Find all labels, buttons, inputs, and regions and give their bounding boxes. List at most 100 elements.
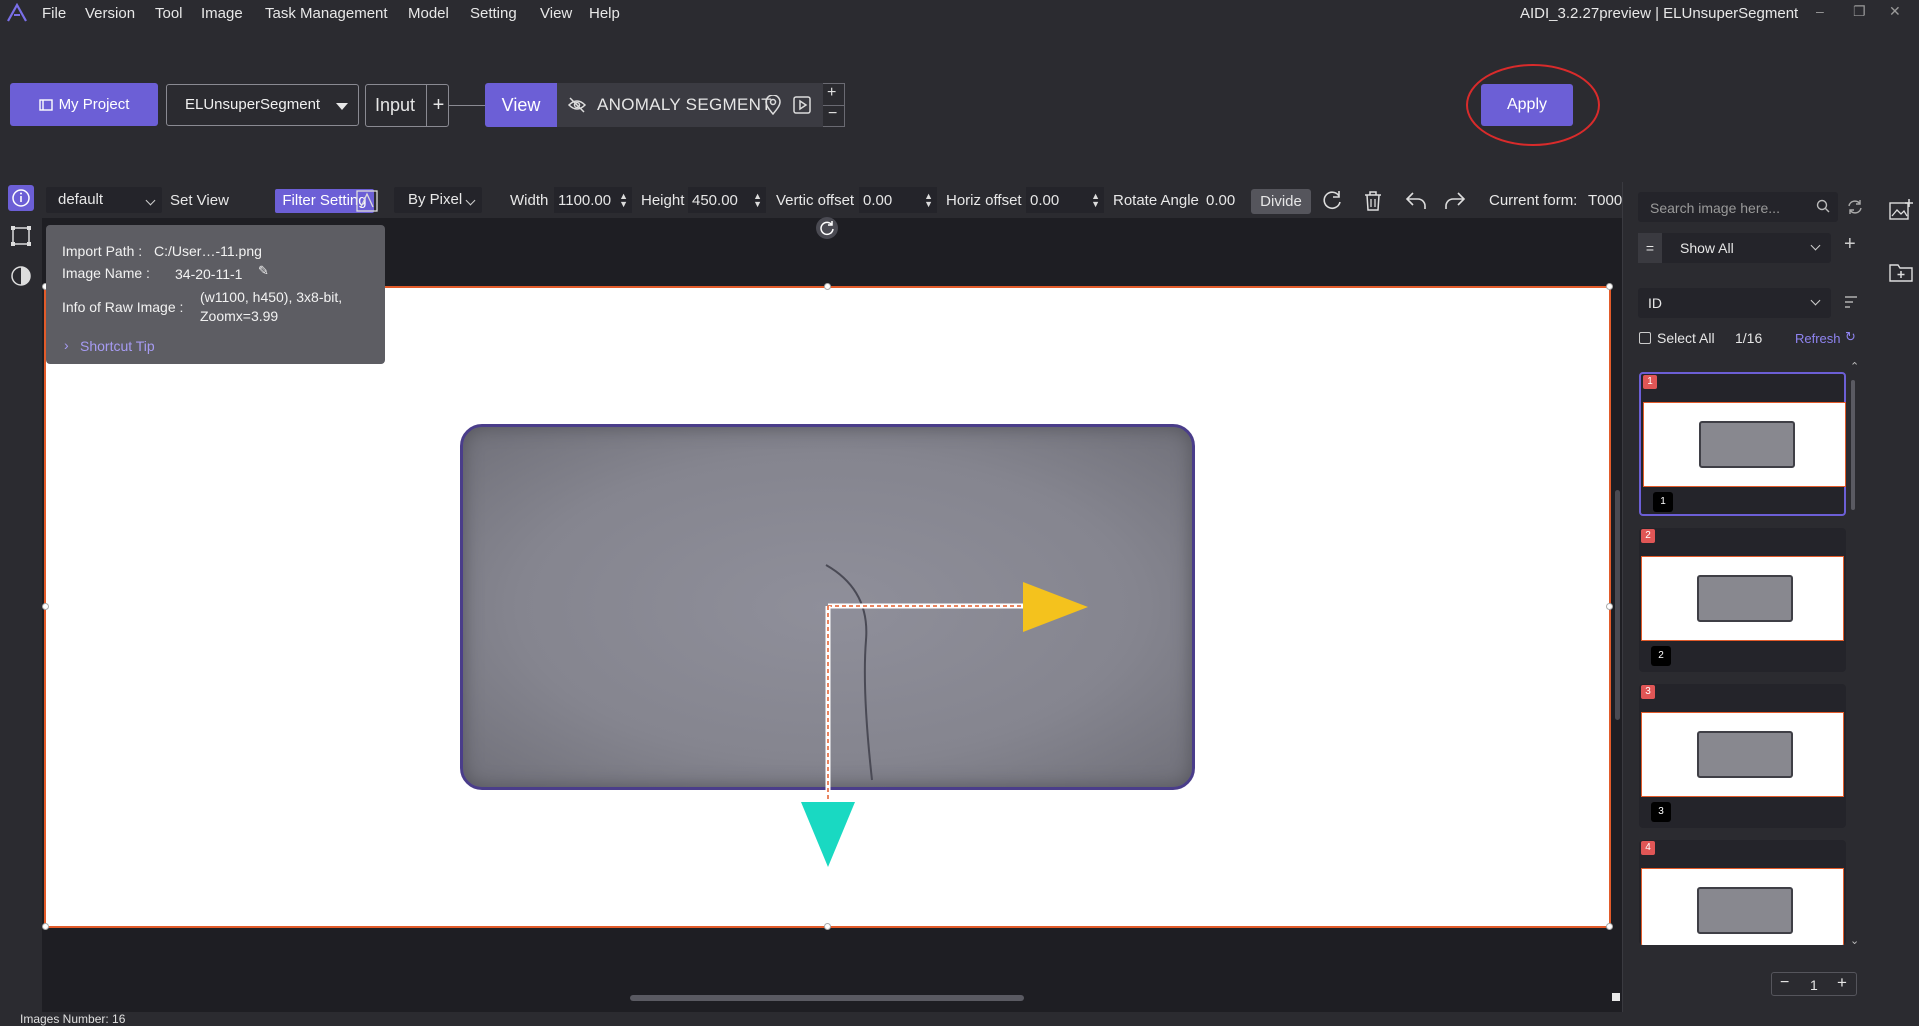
restore-icon[interactable]: ❐ bbox=[1853, 3, 1866, 20]
rotate-angle-value[interactable]: 0.00 bbox=[1206, 192, 1235, 209]
location-pin-icon[interactable] bbox=[764, 95, 782, 115]
page-decrement-button[interactable]: − bbox=[1780, 974, 1789, 992]
equals-operator[interactable]: = bbox=[1638, 233, 1662, 263]
menu-setting[interactable]: Setting bbox=[470, 5, 517, 22]
menu-tool[interactable]: Tool bbox=[155, 5, 183, 22]
image-settings-bar: default Set View Filter Setting By Pixel… bbox=[42, 184, 1622, 218]
vertic-offset-label: Vertic offset bbox=[776, 192, 855, 209]
add-filter-button[interactable]: + bbox=[1844, 233, 1856, 256]
resize-handle[interactable] bbox=[1606, 603, 1613, 610]
add-folder-icon[interactable] bbox=[1888, 260, 1914, 284]
resize-handle[interactable] bbox=[1606, 283, 1613, 290]
import-path-label: Import Path : bbox=[62, 243, 143, 259]
minimize-icon[interactable]: – bbox=[1816, 3, 1824, 19]
rotate-handle-icon[interactable] bbox=[816, 217, 838, 239]
crop-frame-icon[interactable] bbox=[8, 223, 34, 249]
spinner-icon[interactable]: ▲ ▼ bbox=[1091, 192, 1100, 209]
info-icon[interactable] bbox=[8, 185, 34, 211]
spinner-icon[interactable]: ▲ ▼ bbox=[619, 192, 628, 209]
add-image-icon[interactable] bbox=[1888, 198, 1914, 224]
spinner-icon[interactable]: ▲ ▼ bbox=[924, 192, 933, 209]
refresh-icon[interactable]: ↻ bbox=[1845, 329, 1856, 345]
node-zoom-controls: + − bbox=[823, 83, 845, 127]
scroll-bottom-icon[interactable]: ⌄ bbox=[1850, 934, 1859, 947]
current-form-label: Current form: bbox=[1489, 192, 1578, 209]
height-input[interactable]: 450.00 ▲ ▼ bbox=[688, 187, 766, 213]
add-input-button[interactable]: + bbox=[426, 85, 450, 126]
thumbnail-card[interactable]: 2 2 bbox=[1639, 528, 1846, 672]
trash-icon[interactable] bbox=[1360, 188, 1386, 214]
add-node-button[interactable]: + bbox=[827, 84, 836, 102]
input-node[interactable]: Input + bbox=[365, 84, 449, 127]
resize-corner-icon bbox=[1612, 993, 1620, 1001]
thumbnail-scrollbar[interactable] bbox=[1851, 380, 1855, 510]
resize-handle[interactable] bbox=[824, 283, 831, 290]
set-view-button[interactable]: Set View bbox=[170, 192, 229, 209]
remove-node-button[interactable]: − bbox=[828, 105, 837, 123]
page-increment-button[interactable]: + bbox=[1837, 973, 1847, 993]
width-input[interactable]: 1100.00 ▲ ▼ bbox=[554, 187, 632, 213]
thumbnail-card[interactable]: 3 3 bbox=[1639, 684, 1846, 828]
rotate-icon[interactable] bbox=[1319, 188, 1345, 214]
thumbnail-part bbox=[1699, 421, 1795, 468]
vertic-offset-value: 0.00 bbox=[863, 192, 893, 209]
menu-help[interactable]: Help bbox=[589, 5, 620, 22]
menu-view[interactable]: View bbox=[540, 5, 572, 22]
sort-select[interactable]: ID bbox=[1638, 288, 1831, 318]
resize-handle[interactable] bbox=[42, 923, 49, 930]
play-icon[interactable] bbox=[792, 95, 812, 115]
thumbnail-badge: 1 bbox=[1643, 375, 1657, 389]
raw-image-info-line1: (w1100, h450), 3x8-bit, bbox=[200, 289, 343, 305]
horizontal-scrollbar[interactable] bbox=[630, 995, 1024, 1001]
sort-order-icon[interactable] bbox=[1843, 294, 1861, 310]
undo-icon[interactable] bbox=[1403, 188, 1429, 214]
images-number: Images Number: 16 bbox=[20, 1012, 126, 1026]
filter-select-value: Show All bbox=[1680, 240, 1734, 256]
view-label: View bbox=[501, 94, 541, 115]
contrast-icon[interactable] bbox=[8, 263, 34, 289]
vertical-scrollbar[interactable] bbox=[1615, 490, 1620, 720]
edit-icon[interactable]: ✎ bbox=[258, 263, 269, 279]
raw-image-info-line2: Zoomx=3.99 bbox=[200, 308, 279, 324]
chevron-right-icon[interactable]: › bbox=[64, 337, 69, 353]
anomaly-segment-node[interactable]: ANOMALY SEGMENT bbox=[557, 83, 823, 127]
chevron-down-icon bbox=[1810, 240, 1821, 251]
horiz-offset-input[interactable]: 0.00 ▲ ▼ bbox=[1026, 187, 1104, 213]
close-icon[interactable]: ✕ bbox=[1889, 3, 1901, 20]
thumbnail-card[interactable]: 1 1 bbox=[1639, 372, 1846, 516]
menu-task-management[interactable]: Task Management bbox=[265, 5, 388, 22]
page-number[interactable]: 1 bbox=[1810, 977, 1818, 993]
view-node-button[interactable]: View bbox=[485, 83, 557, 127]
resize-handle[interactable] bbox=[824, 923, 831, 930]
menu-version[interactable]: Version bbox=[85, 5, 135, 22]
spinner-icon[interactable]: ▲ ▼ bbox=[753, 192, 762, 209]
text-style-icon[interactable] bbox=[354, 188, 380, 214]
thumbnail-number: 3 bbox=[1651, 802, 1671, 822]
thumbnail-card[interactable]: 4 bbox=[1639, 840, 1846, 945]
width-value: 1100.00 bbox=[558, 192, 612, 209]
sort-select-value: ID bbox=[1648, 295, 1662, 311]
select-all-checkbox[interactable] bbox=[1639, 332, 1651, 344]
resize-handle[interactable] bbox=[42, 603, 49, 610]
my-project-button[interactable]: My Project bbox=[10, 83, 158, 126]
resize-handle[interactable] bbox=[1606, 923, 1613, 930]
select-all-label[interactable]: Select All bbox=[1657, 330, 1715, 346]
sync-icon[interactable] bbox=[1846, 198, 1864, 216]
anomaly-segment-label: ANOMALY SEGMENT bbox=[597, 95, 772, 114]
redo-icon[interactable] bbox=[1442, 188, 1468, 214]
menu-file[interactable]: File bbox=[42, 5, 66, 22]
module-select[interactable]: ELUnsuperSegment bbox=[166, 84, 359, 126]
shortcut-tip-link[interactable]: Shortcut Tip bbox=[80, 338, 155, 354]
search-icon[interactable] bbox=[1816, 199, 1830, 213]
divide-button[interactable]: Divide bbox=[1251, 189, 1311, 214]
filter-select[interactable]: = Show All bbox=[1638, 233, 1831, 263]
vertic-offset-input[interactable]: 0.00 ▲ ▼ bbox=[859, 187, 937, 213]
refresh-link[interactable]: Refresh bbox=[1795, 331, 1841, 346]
view-select[interactable]: default bbox=[46, 187, 162, 213]
scroll-top-icon[interactable]: ⌃ bbox=[1850, 360, 1859, 373]
menu-image[interactable]: Image bbox=[201, 5, 243, 22]
unit-select[interactable]: By Pixel bbox=[394, 187, 482, 213]
menu-model[interactable]: Model bbox=[408, 5, 449, 22]
hidden-eye-icon[interactable] bbox=[567, 95, 587, 115]
search-input[interactable]: Search image here... bbox=[1638, 192, 1838, 222]
